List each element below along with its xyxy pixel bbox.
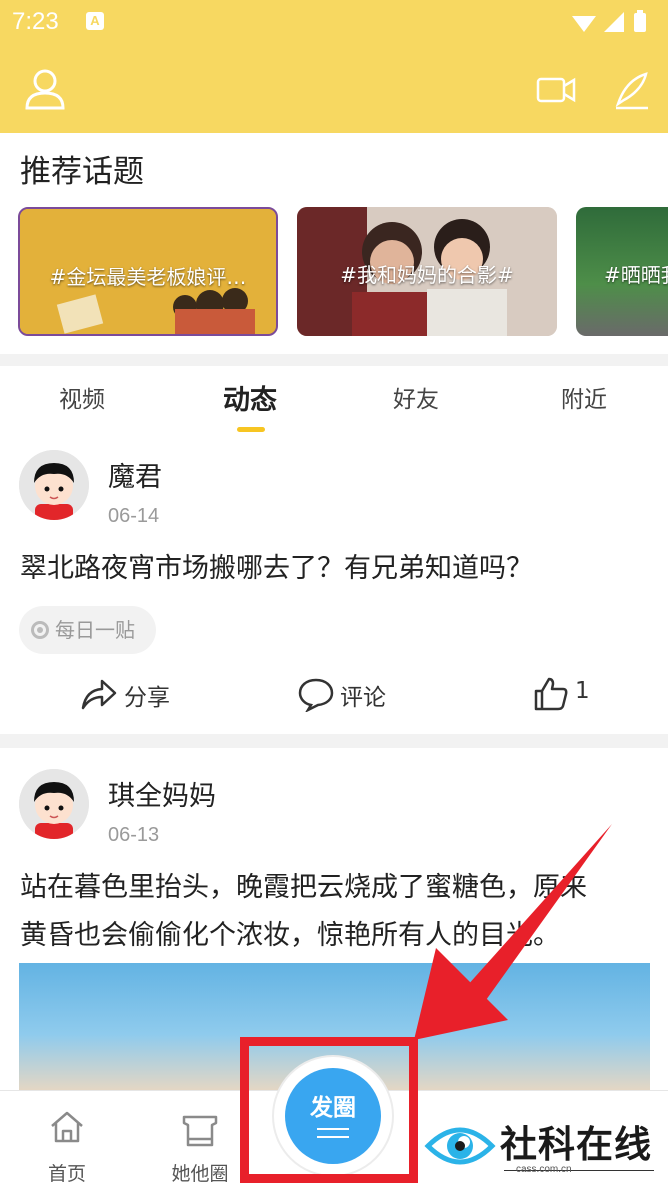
post-username[interactable]: 琪全妈妈 — [108, 774, 216, 813]
watermark: 社科在线 cass.com.cn — [420, 1108, 665, 1183]
video-camera-icon[interactable] — [536, 76, 576, 104]
topic-card[interactable]: #我和妈妈的合影# — [297, 207, 557, 336]
nav-home-label: 首页 — [47, 1163, 86, 1185]
post-text: 翠北路夜宵市场搬哪去了？有兄弟知道吗？ — [20, 553, 533, 584]
avatar-cartoon-icon — [19, 769, 89, 839]
pointer-arrow-icon — [414, 824, 612, 1040]
topic-label: #金坛最美老板娘评… — [49, 265, 247, 289]
avatar[interactable] — [19, 450, 89, 520]
circle-icon — [182, 1115, 218, 1147]
share-label: 分享 — [124, 685, 170, 711]
topic-label: #我和妈妈的合影# — [340, 263, 514, 287]
status-time: 7:23 — [12, 8, 59, 35]
post-divider — [0, 734, 668, 748]
active-tab-indicator — [237, 427, 265, 432]
thumbs-up-icon — [534, 677, 568, 711]
status-icons — [572, 10, 646, 32]
user-icon[interactable] — [24, 68, 66, 110]
post-date: 06-13 — [108, 824, 160, 846]
watermark-title: 社科在线 — [500, 1122, 652, 1166]
watermark-url: cass.com.cn — [516, 1164, 572, 1175]
pen-icon[interactable] — [612, 70, 652, 110]
app-notification-icon: A — [86, 12, 104, 30]
comment-label: 评论 — [340, 685, 386, 711]
nav-circle-label: 她他圈 — [171, 1163, 229, 1185]
topic-card[interactable]: #晒晒我 — [576, 207, 668, 336]
tab-nearby[interactable]: 附近 — [561, 380, 607, 414]
topic-tag[interactable]: 每日一贴 — [19, 606, 156, 654]
comment-button[interactable]: 评论 — [298, 676, 408, 712]
post-username[interactable]: 魔君 — [108, 455, 162, 494]
like-button[interactable]: 1 — [533, 676, 603, 712]
like-count: 1 — [575, 678, 590, 704]
share-button[interactable]: 分享 — [80, 676, 190, 712]
home-icon — [51, 1111, 83, 1143]
eye-logo-icon — [424, 1127, 496, 1165]
tab-feed[interactable]: 动态 — [223, 378, 277, 417]
tab-video[interactable]: 视频 — [59, 380, 105, 414]
topic-card[interactable]: #金坛最美老板娘评… — [18, 207, 278, 336]
avatar[interactable] — [19, 769, 89, 839]
target-icon — [31, 621, 49, 639]
avatar-cartoon-icon — [19, 450, 89, 520]
post-date: 06-14 — [108, 505, 160, 527]
tab-friends[interactable]: 好友 — [393, 380, 439, 414]
topic-label: #晒晒我 — [604, 263, 668, 287]
app-header: 7:23 A — [0, 0, 668, 133]
share-icon — [81, 679, 117, 710]
section-divider — [0, 354, 668, 366]
topic-tag-label: 每日一贴 — [55, 618, 135, 642]
topics-title: 推荐话题 — [20, 154, 144, 190]
comment-icon — [298, 678, 334, 712]
